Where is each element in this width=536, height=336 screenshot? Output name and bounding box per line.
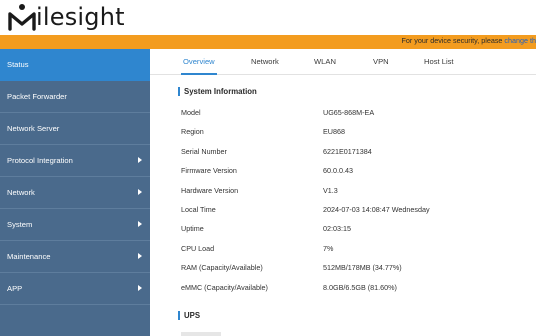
sidebar-item-label: Maintenance <box>7 252 51 261</box>
info-row: CPU Load 7% <box>181 244 521 258</box>
security-notice-text: For your device security, please <box>401 36 503 45</box>
sidebar-item-label: System <box>7 220 33 229</box>
milesight-logo[interactable]: ilesight <box>8 2 125 32</box>
sidebar-item-network-server[interactable]: Network Server <box>0 113 150 145</box>
info-label: eMMC (Capacity/Available) <box>181 282 268 292</box>
chevron-right-icon <box>138 157 142 163</box>
info-value: UG65-868M-EA <box>323 108 375 117</box>
tab-network[interactable]: Network <box>251 57 279 66</box>
sidebar-item-maintenance[interactable]: Maintenance <box>0 241 150 273</box>
info-value: 2024-07-03 14:08:47 Wednesday <box>323 205 430 214</box>
change-password-link[interactable]: change th <box>504 36 536 45</box>
ups-title: UPS <box>178 311 200 320</box>
chevron-right-icon <box>138 253 142 259</box>
sidebar-item-app[interactable]: APP <box>0 273 150 305</box>
sidebar-item-label: APP <box>7 284 23 293</box>
info-label: Firmware Version <box>181 166 237 176</box>
tab-overview[interactable]: Overview <box>183 57 215 66</box>
info-value: V1.3 <box>323 185 338 195</box>
chevron-right-icon <box>138 221 142 227</box>
info-row: Model UG65-868M-EA <box>181 108 521 122</box>
info-value: 512MB/178MB (34.77%) <box>323 263 402 273</box>
sidebar-item-label: Protocol Integration <box>7 156 73 165</box>
header: ilesight <box>0 0 536 35</box>
sidebar-item-label: Network <box>7 188 35 197</box>
main-content: Overview Network WLAN VPN Host List Syst… <box>150 49 536 336</box>
sidebar-item-label: Packet Forwarder <box>7 92 67 101</box>
ups-first-row-partial <box>181 332 221 336</box>
info-row: Serial Number 6221E0171384 <box>181 147 521 161</box>
info-value: 6221E0171384 <box>323 146 372 156</box>
info-value: 02:03:15 <box>323 224 351 234</box>
sidebar-item-label: Status <box>7 60 29 69</box>
info-value: 7% <box>323 243 334 253</box>
info-row: Firmware Version 60.0.0.43 <box>181 166 521 180</box>
sidebar-item-label: Network Server <box>7 124 60 133</box>
info-row: Region EU868 <box>181 127 521 141</box>
info-label: RAM (Capacity/Available) <box>181 263 263 273</box>
tab-host-list[interactable]: Host List <box>424 57 454 66</box>
security-notice: For your device security, please change … <box>401 36 536 45</box>
info-label: Hardware Version <box>181 185 239 195</box>
security-notice-bar: For your device security, please change … <box>0 35 536 49</box>
info-row: Uptime 02:03:15 <box>181 224 521 238</box>
tab-vpn[interactable]: VPN <box>373 57 389 66</box>
info-row: Local Time 2024-07-03 14:08:47 Wednesday <box>181 205 521 219</box>
milesight-logo-icon <box>8 2 36 32</box>
info-label: Region <box>181 127 204 137</box>
sidebar-item-protocol-integration[interactable]: Protocol Integration <box>0 145 150 177</box>
sidebar-item-status[interactable]: Status <box>0 49 150 81</box>
sidebar: Status Packet Forwarder Network Server Prot… <box>0 49 150 336</box>
info-row: RAM (Capacity/Available) 512MB/178MB (34.… <box>181 263 521 277</box>
tab-wlan[interactable]: WLAN <box>314 57 336 66</box>
chevron-right-icon <box>138 285 142 291</box>
info-row: Hardware Version V1.3 <box>181 186 521 200</box>
info-value: 60.0.0.43 <box>323 166 353 176</box>
sidebar-item-network[interactable]: Network <box>0 177 150 209</box>
info-label: Uptime <box>181 224 204 234</box>
info-row: eMMC (Capacity/Available) 8.0GB/6.5GB (81… <box>181 283 521 297</box>
info-label: Model <box>181 108 201 117</box>
active-tab-indicator <box>181 73 217 75</box>
info-label: Serial Number <box>181 146 227 156</box>
info-label: CPU Load <box>181 243 215 253</box>
sidebar-item-packet-forwarder[interactable]: Packet Forwarder <box>0 81 150 113</box>
info-value: 8.0GB/6.5GB (81.60%) <box>323 282 397 292</box>
chevron-right-icon <box>138 189 142 195</box>
system-information-title: System Information <box>178 87 257 96</box>
info-value: EU868 <box>323 127 345 137</box>
status-tabs: Overview Network WLAN VPN Host List <box>150 49 536 75</box>
sidebar-item-system[interactable]: System <box>0 209 150 241</box>
info-label: Local Time <box>181 205 216 214</box>
brand-name: ilesight <box>36 3 125 31</box>
